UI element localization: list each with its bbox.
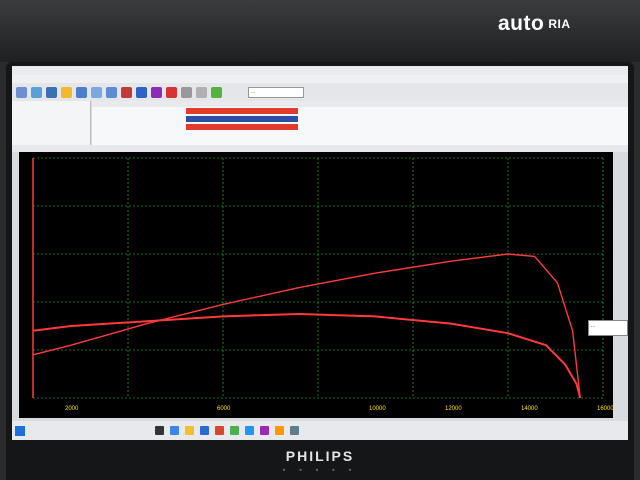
taskbar-app-icon[interactable]	[275, 426, 284, 435]
toolbar-icon[interactable]	[46, 86, 57, 98]
table-cell-torque	[242, 124, 298, 130]
x-tick-label: 16000	[597, 406, 613, 412]
taskbar-app-icon[interactable]	[215, 426, 224, 435]
monitor-brand-logo: PHILIPS	[285, 448, 355, 464]
monitor-screen: ... 2000 6000 10000 12000 14000 16000	[12, 66, 628, 440]
watermark-logo: auto RIA	[498, 12, 571, 36]
chart-tab-strip[interactable]	[12, 145, 628, 152]
windows-start-icon[interactable]	[15, 425, 25, 436]
table-row[interactable]	[92, 124, 628, 130]
chart-legend-popup: ...	[588, 320, 628, 336]
taskbar-app-icon[interactable]	[200, 426, 209, 435]
windows-taskbar	[12, 421, 628, 440]
toolbar-icon[interactable]	[121, 86, 132, 98]
parameter-panel	[12, 101, 91, 145]
x-tick-label: 14000	[521, 406, 538, 412]
table-row[interactable]	[92, 108, 628, 114]
toolbar-icon[interactable]	[211, 86, 222, 98]
monitor-buttons[interactable]: ▪ ▪ ▪ ▪ ▪	[0, 467, 640, 474]
parameter-row[interactable]	[12, 108, 90, 115]
toolbar-icon[interactable]	[16, 86, 27, 98]
x-tick-label: 6000	[217, 406, 231, 412]
watermark-suffix: RIA	[548, 17, 571, 31]
menu-item[interactable]	[17, 76, 23, 82]
toolbar-icon[interactable]	[31, 86, 42, 98]
series-line-1	[32, 313, 582, 399]
legend-label: ...	[591, 323, 596, 329]
taskbar-app-icon[interactable]	[170, 426, 179, 435]
parameter-row[interactable]	[12, 129, 90, 136]
x-tick-label: 12000	[445, 406, 462, 412]
toolbar: ...	[12, 83, 628, 101]
taskbar-app-icon[interactable]	[185, 426, 194, 435]
watermark-brand: auto	[498, 12, 545, 35]
toolbar-icon[interactable]	[196, 86, 207, 98]
x-tick-label: 2000	[65, 406, 79, 412]
table-header	[92, 101, 628, 107]
toolbar-icon[interactable]	[61, 86, 72, 98]
taskbar-app-icon[interactable]	[260, 426, 269, 435]
window-titlebar	[12, 66, 628, 75]
toolbar-icon[interactable]	[151, 86, 162, 98]
menu-item[interactable]	[29, 76, 35, 82]
table-cell-power	[186, 124, 242, 130]
series-line-2	[32, 253, 581, 399]
results-table	[92, 101, 628, 145]
dyno-chart: 2000 6000 10000 12000 14000 16000	[19, 152, 613, 418]
x-tick-label: 10000	[369, 406, 386, 412]
table-cell-torque	[242, 108, 298, 114]
parameter-row[interactable]	[12, 115, 90, 122]
toolbar-icon[interactable]	[91, 86, 102, 98]
toolbar-icon[interactable]	[181, 86, 192, 98]
toolbar-icon[interactable]	[76, 86, 87, 98]
parameter-row[interactable]	[12, 122, 90, 129]
taskbar-app-icon[interactable]	[245, 426, 254, 435]
toolbar-icon[interactable]	[136, 86, 147, 98]
taskbar-app-icon[interactable]	[155, 426, 164, 435]
toolbar-select[interactable]: ...	[248, 86, 304, 98]
menu-bar	[12, 75, 628, 83]
table-cell-power	[186, 108, 242, 114]
table-cell-power	[186, 116, 242, 122]
table-row[interactable]	[92, 116, 628, 122]
taskbar-app-icon[interactable]	[230, 426, 239, 435]
table-cell-torque	[242, 116, 298, 122]
menu-item[interactable]	[41, 76, 47, 82]
toolbar-icon[interactable]	[106, 86, 117, 98]
taskbar-app-icon[interactable]	[290, 426, 299, 435]
parameter-row[interactable]	[12, 101, 90, 108]
toolbar-icon[interactable]	[166, 86, 177, 98]
